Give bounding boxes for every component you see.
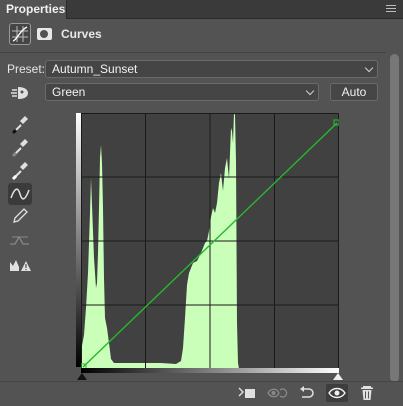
header-divider [0,52,386,53]
pencil-icon[interactable] [8,205,32,227]
scrollbar-thumb[interactable] [390,54,399,382]
visibility-eye-icon[interactable] [326,384,348,402]
channel-dropdown[interactable]: Green [45,83,319,101]
layer-mask-icon[interactable] [37,28,52,40]
tab-properties[interactable]: Properties [0,0,67,19]
reset-icon[interactable] [295,384,317,402]
hand-target-icon[interactable] [7,83,31,105]
white-input-slider[interactable] [333,373,343,380]
adjustment-title: Curves [61,27,102,41]
curves-adjustment-icon[interactable] [9,23,31,45]
chevron-down-icon [305,86,315,96]
clipping-warning-icon[interactable] [8,254,32,276]
properties-panel: Properties Curves Preset: Autumn_Sunset … [0,0,403,406]
panel-menu-icon[interactable] [386,5,396,13]
clip-to-layer-icon[interactable] [236,384,258,402]
panel-title-bar: Properties [0,0,403,19]
smooth-curve-icon[interactable] [8,229,32,251]
curves-graph[interactable] [81,113,339,369]
gray-point-eyedropper-icon[interactable] [8,136,32,158]
view-previous-state-icon[interactable] [266,384,288,402]
preset-label: Preset: [7,62,46,76]
curve-points-icon[interactable] [8,183,32,205]
preset-value: Autumn_Sunset [52,62,138,76]
channel-value: Green [52,85,86,99]
trash-icon[interactable] [356,384,378,402]
auto-button[interactable]: Auto [330,83,378,101]
white-point-eyedropper-icon[interactable] [8,159,32,181]
black-point-eyedropper-icon[interactable] [8,113,32,135]
input-gradient-bar [81,368,339,373]
black-input-slider[interactable] [77,373,87,380]
chevron-down-icon [364,63,374,73]
preset-dropdown[interactable]: Autumn_Sunset [45,60,378,78]
